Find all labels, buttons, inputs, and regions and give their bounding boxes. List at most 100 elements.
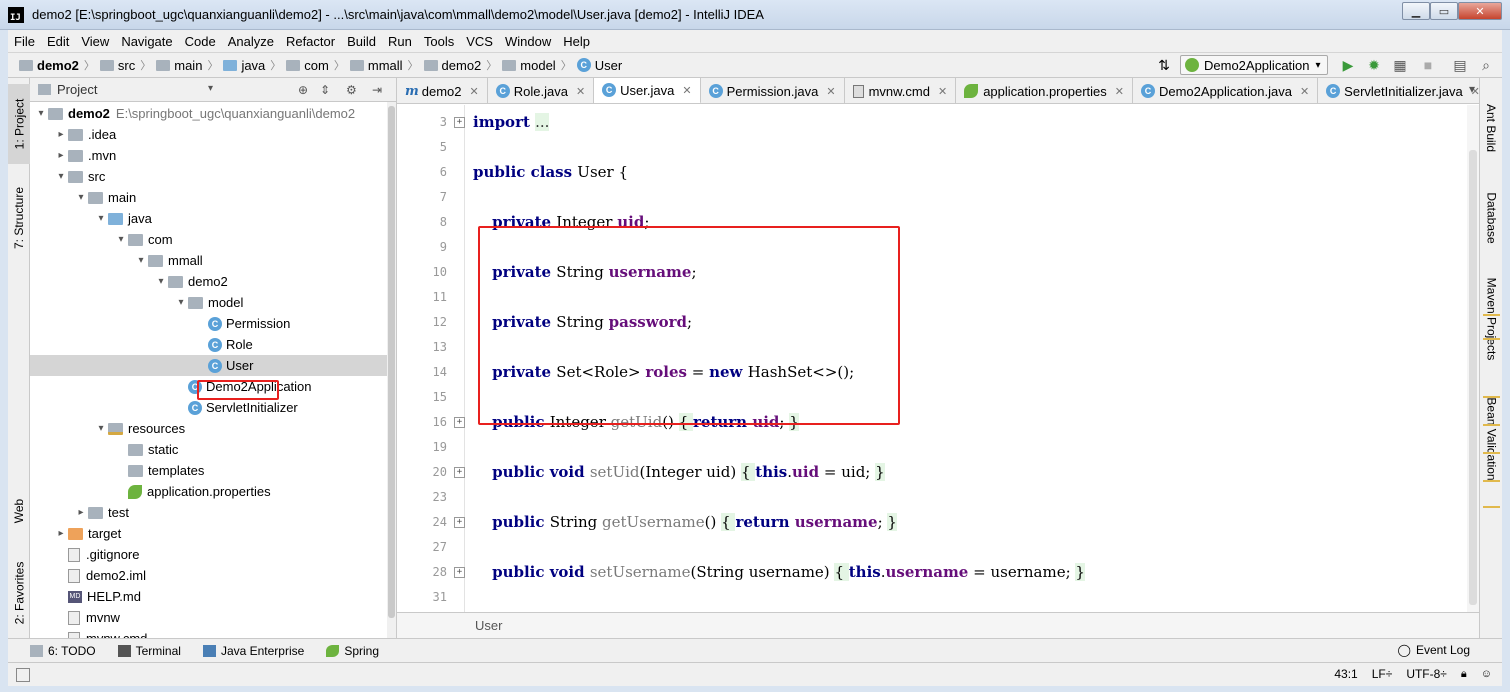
fold-toggle-icon[interactable]: + [454,117,465,128]
close-tab-icon[interactable]: ✕ [826,85,835,98]
terminal-tool-button[interactable]: Terminal [117,644,181,658]
warning-marker[interactable] [1483,452,1500,454]
tab-permission-java[interactable]: C Permission.java ✕ [701,78,845,103]
tabs-overflow-icon[interactable]: ▾ [1469,82,1475,96]
chevron-down-icon[interactable]: ▾ [154,276,168,287]
breadcrumb-item[interactable]: model [499,58,558,73]
menu-window[interactable]: Window [499,34,557,49]
warning-marker[interactable] [1483,338,1500,340]
close-tab-icon[interactable]: ✕ [1115,85,1124,98]
chevron-right-icon[interactable]: ▸ [74,507,88,518]
menu-help[interactable]: Help [557,34,596,49]
tree-item[interactable]: C Permission [30,313,388,334]
maximize-button[interactable]: ▭ [1430,2,1458,20]
tree-item[interactable]: ▾ demo2 [30,271,388,292]
lock-icon[interactable]: 🔒︎ [1461,668,1467,681]
tree-item[interactable]: mvnw.cmd [30,628,388,638]
breadcrumb-item[interactable]: mmall [347,58,406,73]
tab-role-java[interactable]: C Role.java ✕ [488,78,595,103]
menu-code[interactable]: Code [179,34,222,49]
menu-edit[interactable]: Edit [41,34,75,49]
chevron-down-icon[interactable]: ▾ [174,297,188,308]
fold-toggle-icon[interactable]: + [454,417,465,428]
menu-file[interactable]: File [8,34,41,49]
tree-item[interactable]: ▸ test [30,502,388,523]
tab-user-java[interactable]: C User.java ✕ [594,78,701,103]
run-configuration-select[interactable]: Demo2Application ▾ [1180,55,1328,75]
breadcrumb-item[interactable]: java [220,58,268,73]
menu-view[interactable]: View [75,34,115,49]
tree-item[interactable]: ▸ .idea [30,124,388,145]
tree-item[interactable]: ▸ .mvn [30,145,388,166]
tab-project[interactable]: 1: Project [8,84,30,164]
close-tab-icon[interactable]: ✕ [470,85,479,98]
close-tab-icon[interactable]: ✕ [1300,85,1309,98]
tree-item[interactable]: demo2.iml [30,565,388,586]
tab-mvnw-cmd[interactable]: mvnw.cmd ✕ [845,78,957,103]
breadcrumb-item[interactable]: C User [574,58,625,73]
chevron-down-icon[interactable]: ▾ [114,234,128,245]
locate-icon[interactable]: ⊕ [298,83,308,97]
sort-icon[interactable]: ⇅ [1156,57,1172,73]
hide-icon[interactable]: ⇥ [372,83,382,97]
warning-marker[interactable] [1483,396,1500,398]
tree-item[interactable]: ▾ demo2 E:\springboot_ugc\quanxianguanli\d… [30,103,388,124]
coverage-icon[interactable]: ▦ [1392,57,1408,73]
chevron-right-icon[interactable]: ▸ [54,129,68,140]
menu-analyze[interactable]: Analyze [222,34,280,49]
tree-item[interactable]: C Role [30,334,388,355]
menu-navigate[interactable]: Navigate [115,34,178,49]
chevron-down-icon[interactable]: ▾ [134,255,148,266]
warning-marker[interactable] [1483,506,1500,508]
fold-toggle-icon[interactable]: + [454,467,465,478]
line-separator[interactable]: LF÷ [1372,667,1393,681]
event-log-button[interactable]: ◯ Event Log [1398,643,1470,657]
tree-item[interactable]: ▸ target [30,523,388,544]
run-icon[interactable]: ▶ [1340,57,1356,73]
todo-tool-button[interactable]: 6: TODO [30,644,96,658]
close-tab-icon[interactable]: ✕ [576,85,585,98]
tab-database[interactable]: Database [1480,178,1503,258]
tree-item[interactable]: templates [30,460,388,481]
tree-item[interactable]: ▾ mmall [30,250,388,271]
breadcrumb-item[interactable]: com [283,58,332,73]
tab-demo2application-java[interactable]: C Demo2Application.java ✕ [1133,78,1319,103]
java-enterprise-tool-button[interactable]: Java Enterprise [202,644,304,658]
project-structure-icon[interactable]: ▤ [1452,57,1468,73]
tab-ant-build[interactable]: Ant Build [1480,88,1503,168]
breadcrumb-item[interactable]: src [97,58,138,73]
chevron-down-icon[interactable]: ▾ [54,171,68,182]
tab-favorites[interactable]: 2: Favorites [8,548,30,638]
search-everywhere-icon[interactable]: ⌕ [1478,57,1494,73]
tree-item[interactable]: ▾ model [30,292,388,313]
breadcrumb-item[interactable]: main [153,58,205,73]
close-tab-icon[interactable]: ✕ [938,85,947,98]
tab-web[interactable]: Web [8,486,30,536]
chevron-down-icon[interactable]: ▾ [34,108,48,119]
fold-toggle-icon[interactable]: + [454,517,465,528]
tree-item[interactable]: ▾ main [30,187,388,208]
warning-marker[interactable] [1483,314,1500,316]
inspection-icon[interactable]: ☺ [1481,668,1492,680]
menu-vcs[interactable]: VCS [460,34,499,49]
caret-position[interactable]: 43:1 [1334,667,1357,681]
chevron-down-icon[interactable]: ▾ [208,83,213,94]
tree-item[interactable]: ▾ src [30,166,388,187]
minimize-button[interactable]: ▁ [1402,2,1430,20]
chevron-right-icon[interactable]: ▸ [54,528,68,539]
warning-marker[interactable] [1483,480,1500,482]
tree-item[interactable]: C ServletInitializer [30,397,388,418]
code-editor[interactable]: 3 +5 6 7 8 9 10 11 12 13 14 15 16 +19 20 +23 24 +27 28 +31 … [397,105,1479,612]
breadcrumb-item[interactable]: demo2 [16,58,82,73]
tree-item[interactable]: C User [30,355,388,376]
breadcrumb-item[interactable]: demo2 [421,58,485,73]
tree-item[interactable]: ▾ resources [30,418,388,439]
menu-tools[interactable]: Tools [418,34,460,49]
menu-run[interactable]: Run [382,34,418,49]
collapse-all-icon[interactable]: ⇕ [320,83,330,97]
chevron-down-icon[interactable]: ▾ [74,192,88,203]
menu-refactor[interactable]: Refactor [280,34,341,49]
tab-application-properties[interactable]: application.properties ✕ [956,78,1133,103]
tab-servletinitializer-java[interactable]: C ServletInitializer.java ✕ [1318,78,1479,103]
tree-item[interactable]: MD HELP.md [30,586,388,607]
